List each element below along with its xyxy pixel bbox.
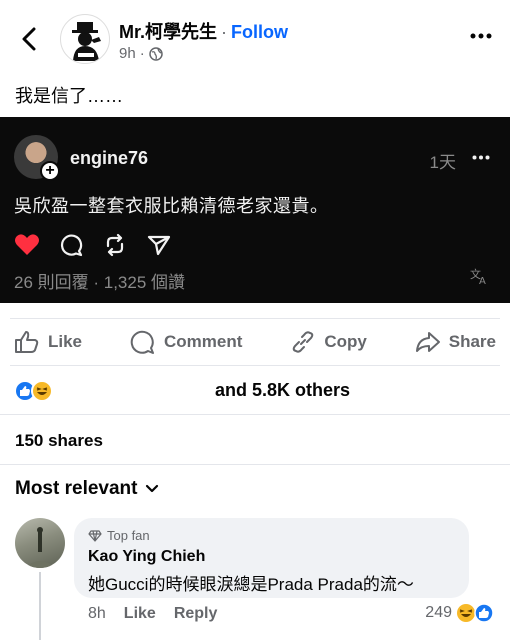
embed-stats: 26 則回覆 · 1,325 個讚: [14, 273, 186, 292]
plus-icon: +: [40, 161, 60, 181]
post-text: 我是信了……: [15, 86, 123, 106]
copy-label: Copy: [324, 332, 367, 351]
svg-text:A: A: [479, 276, 486, 285]
more-horizontal-icon: [470, 33, 492, 39]
commenter-avatar[interactable]: [15, 518, 65, 568]
translate-icon: 文A: [470, 267, 490, 290]
comment-icon: [130, 330, 154, 354]
comment-reactions[interactable]: 249: [425, 603, 494, 623]
link-icon: [293, 331, 314, 353]
send-icon: [146, 232, 172, 258]
comment-reaction-count: 249: [425, 604, 452, 621]
embed-more-icon: [472, 147, 490, 165]
reaction-icons[interactable]: [14, 378, 53, 404]
share-arrow-icon: [415, 332, 440, 352]
sort-label: Most relevant: [15, 478, 138, 499]
like-label: Like: [48, 332, 83, 351]
back-button[interactable]: [14, 24, 44, 54]
reactions-summary[interactable]: and 5.8K others: [215, 380, 350, 401]
post-time[interactable]: 9h: [119, 45, 136, 62]
comment-reply-button[interactable]: Reply: [174, 605, 218, 623]
comment-like-button[interactable]: Like: [124, 605, 156, 623]
haha-reaction-icon: [457, 604, 475, 622]
diamond-icon: [88, 529, 102, 542]
post-header: Mr.柯學先生 · Follow 9h ·: [0, 0, 510, 80]
chevron-left-icon: [22, 27, 36, 51]
share-label: Share: [448, 332, 496, 351]
divider: [0, 464, 510, 465]
comment-bubble-icon: [58, 232, 84, 258]
page-avatar[interactable]: [60, 14, 110, 64]
top-fan-badge: Top fan: [88, 528, 150, 543]
embed-actions: [14, 232, 172, 258]
meta-separator: ·: [139, 45, 145, 62]
divider: [0, 414, 510, 415]
shares-count[interactable]: 150 shares: [15, 431, 103, 451]
more-options-button[interactable]: [470, 26, 492, 44]
embedded-image[interactable]: + engine76 1天 吳欣盈一整套衣服比賴清德老家還貴。 26 則回覆 ·…: [0, 117, 510, 303]
haha-reaction-icon: [31, 380, 53, 402]
embed-username: engine76: [70, 148, 149, 168]
embed-time: 1天: [429, 153, 456, 172]
comment-text: 她Gucci的時候眼淚總是Prada Prada的流～: [88, 575, 414, 594]
globe-icon: [148, 46, 163, 61]
page-name-row: Mr.柯學先生 · Follow: [119, 18, 288, 44]
thumbs-up-icon: [15, 331, 39, 353]
top-fan-label: Top fan: [107, 528, 150, 543]
heart-icon: [14, 232, 40, 258]
action-bar: Like Comment Copy Share: [10, 318, 500, 366]
copy-button[interactable]: Copy: [290, 329, 367, 355]
chevron-down-icon: [146, 484, 159, 493]
comment-meta: 8h Like Reply: [88, 605, 217, 623]
post-meta: 9h ·: [119, 45, 163, 62]
comment-label: Comment: [163, 332, 243, 351]
like-reaction-icon: [474, 603, 494, 623]
separator: ·: [221, 22, 228, 42]
detective-logo-icon: [72, 22, 101, 61]
repost-icon: [102, 232, 128, 258]
thread-line: [39, 572, 41, 640]
embed-text: 吳欣盈一整套衣服比賴清德老家還貴。: [14, 196, 329, 216]
share-button[interactable]: Share: [415, 330, 496, 354]
sort-dropdown[interactable]: Most relevant: [15, 478, 159, 500]
follow-button[interactable]: Follow: [231, 22, 288, 42]
comment-bubble[interactable]: Top fan Kao Ying Chieh 她Gucci的時候眼淚總是Prad…: [74, 518, 469, 598]
page-name[interactable]: Mr.柯學先生: [119, 22, 217, 42]
comment-button[interactable]: Comment: [130, 329, 242, 355]
comment-time[interactable]: 8h: [88, 605, 106, 623]
comment-author[interactable]: Kao Ying Chieh: [88, 548, 205, 566]
like-button[interactable]: Like: [14, 330, 82, 354]
